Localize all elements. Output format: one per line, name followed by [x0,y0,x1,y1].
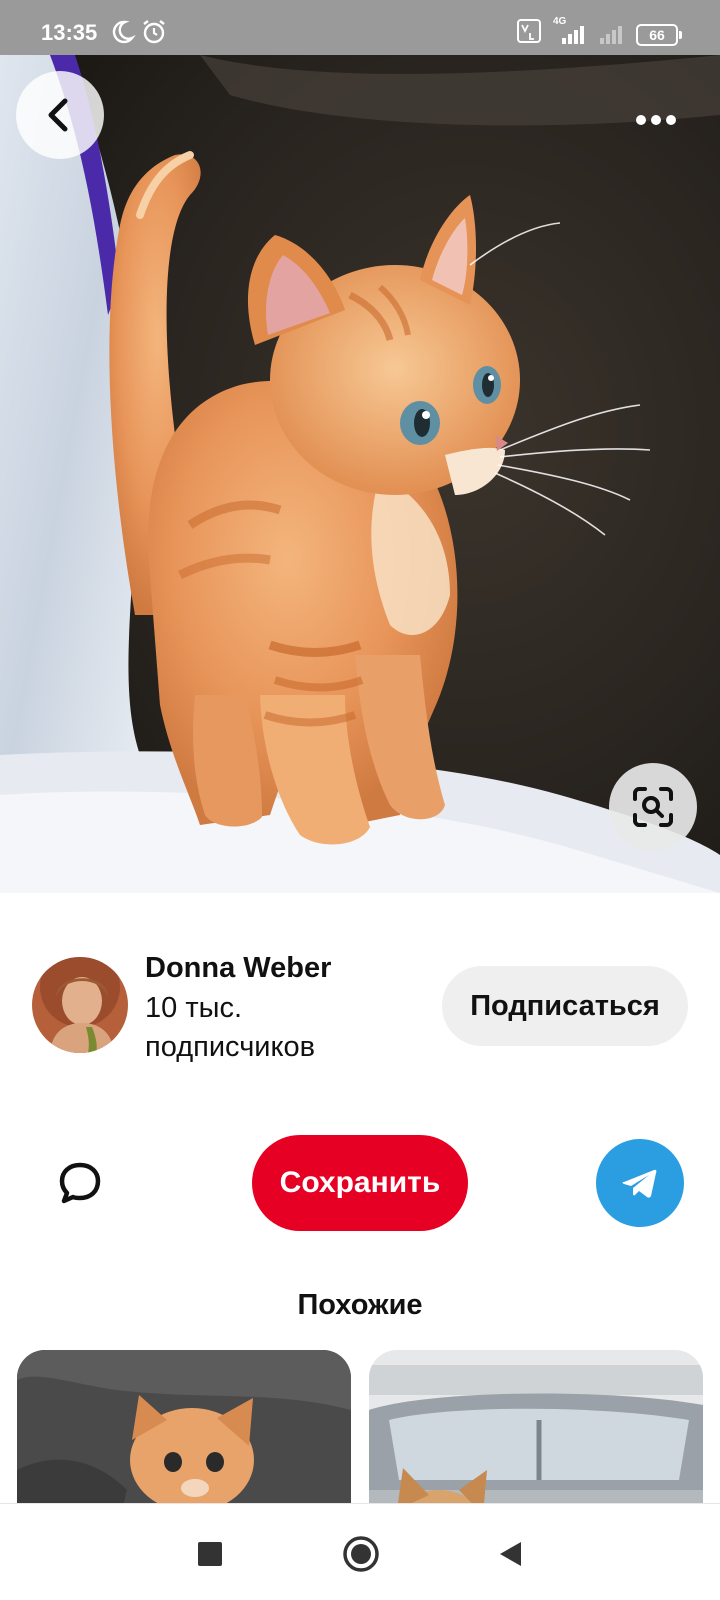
telegram-icon [622,1169,657,1198]
status-bar: 13:35 4G 66 [0,0,720,55]
share-telegram-button[interactable] [596,1139,684,1227]
creator-name[interactable]: Donna Weber [145,952,331,985]
status-time: 13:35 [41,20,98,45]
kitten-photo [0,55,720,893]
similar-heading: Похожие [297,1289,423,1321]
alarm-icon [143,20,165,44]
comment-icon [59,1162,101,1204]
pin-image[interactable] [0,55,720,893]
more-options-button[interactable] [626,100,686,140]
home-button[interactable] [339,1532,383,1576]
creator-row: Donna Weber 10 тыс. подписчиков Подписат… [0,940,720,1063]
avatar-image [32,957,128,1053]
signal-weak-icon [600,26,622,44]
volte-icon [517,19,541,43]
save-button[interactable]: Сохранить [252,1135,468,1231]
recents-button[interactable] [190,1534,230,1574]
follower-count: 10 тыс. подписчиков [145,992,316,1063]
recents-square-icon [198,1542,222,1566]
back-nav-button[interactable] [490,1534,530,1574]
more-dots-icon [636,115,676,125]
avatar[interactable] [32,957,128,1053]
battery-icon: 66 [636,24,682,46]
moon-icon [112,20,136,44]
visual-search-button[interactable] [609,763,697,851]
back-button[interactable] [16,71,104,159]
signal-icon [562,26,584,44]
back-triangle-icon [500,1542,521,1566]
system-nav-bar [0,1503,720,1600]
chevron-left-icon [48,98,68,132]
home-circle-icon [343,1536,379,1572]
comment-button[interactable] [52,1155,108,1211]
visual-search-icon [633,787,673,827]
follow-button[interactable]: Подписаться [442,966,688,1046]
